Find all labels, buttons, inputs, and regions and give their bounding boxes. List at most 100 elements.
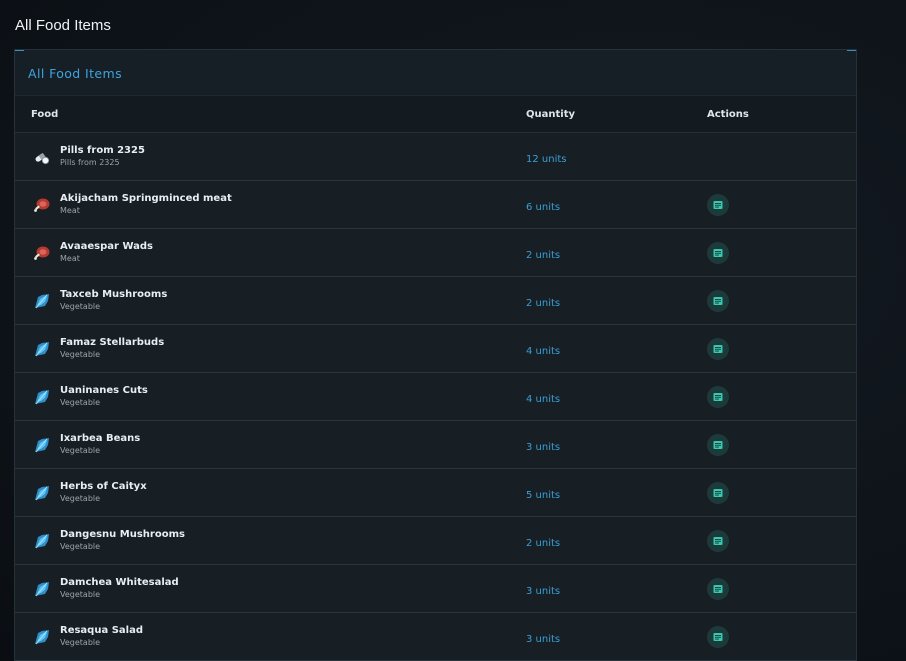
table-row: Damchea Whitesalad Vegetable 3 units: [15, 565, 856, 613]
list-icon: [713, 200, 723, 210]
pills-icon: [32, 147, 52, 167]
quantity-value: 3 units: [526, 586, 561, 597]
details-button[interactable]: [707, 481, 729, 504]
table-row: Resaqua Salad Vegetable 3 units: [15, 613, 856, 661]
table-row: Dangesnu Mushrooms Vegetable 2 units: [15, 517, 856, 565]
quantity-value: 5 units: [526, 490, 561, 501]
food-category: Meat: [60, 254, 80, 263]
food-category: Vegetable: [60, 590, 101, 599]
details-button[interactable]: [707, 433, 729, 456]
actions-cell: [707, 481, 856, 504]
list-icon: [713, 488, 723, 498]
table-row: Ixarbea Beans Vegetable 3 units: [15, 421, 856, 469]
table-row: Avaaespar Wads Meat 2 units: [15, 229, 856, 277]
food-category: Pills from 2325: [60, 158, 120, 167]
details-button[interactable]: [707, 385, 729, 408]
vegetable-icon: [32, 579, 52, 599]
actions-cell: [707, 577, 856, 600]
actions-cell: [707, 241, 856, 264]
actions-cell: [707, 625, 856, 648]
quantity-cell: 4 units: [526, 387, 707, 406]
table-row: Uaninanes Cuts Vegetable 4 units: [15, 373, 856, 421]
food-cell: Pills from 2325 Pills from 2325: [15, 144, 526, 169]
list-icon: [713, 296, 723, 306]
panel-corner-left: [15, 50, 24, 51]
food-cell: Uaninanes Cuts Vegetable: [15, 384, 526, 409]
food-category: Meat: [60, 206, 80, 215]
vegetable-icon: [32, 531, 52, 551]
quantity-value: 3 units: [526, 634, 561, 645]
list-icon: [713, 344, 723, 354]
details-button[interactable]: [707, 289, 729, 312]
list-icon: [713, 584, 723, 594]
food-cell: Dangesnu Mushrooms Vegetable: [15, 528, 526, 553]
quantity-value: 2 units: [526, 538, 561, 549]
details-button[interactable]: [707, 577, 729, 600]
details-button[interactable]: [707, 241, 729, 264]
details-button[interactable]: [707, 625, 729, 648]
page-title: All Food Items: [15, 17, 111, 34]
panel-title: All Food Items: [15, 50, 856, 96]
vegetable-icon: [32, 339, 52, 359]
quantity-value: 4 units: [526, 394, 561, 405]
list-icon: [713, 632, 723, 642]
details-button[interactable]: [707, 337, 729, 360]
vegetable-icon: [32, 483, 52, 503]
actions-cell: [707, 385, 856, 408]
food-cell: Avaaespar Wads Meat: [15, 240, 526, 265]
quantity-cell: 12 units: [526, 147, 707, 166]
food-name: Famaz Stellarbuds: [60, 337, 165, 348]
food-category: Vegetable: [60, 494, 101, 503]
vegetable-icon: [32, 291, 52, 311]
quantity-cell: 5 units: [526, 483, 707, 502]
quantity-cell: 3 units: [526, 435, 707, 454]
food-name: Ixarbea Beans: [60, 433, 141, 444]
table-row: Famaz Stellarbuds Vegetable 4 units: [15, 325, 856, 373]
table-row: Akijacham Springminced meat Meat 6 units: [15, 181, 856, 229]
food-name: Dangesnu Mushrooms: [60, 529, 185, 540]
food-name: Pills from 2325: [60, 145, 145, 156]
food-category: Vegetable: [60, 638, 101, 647]
column-header-food: Food: [31, 108, 59, 120]
vegetable-icon: [32, 387, 52, 407]
food-name: Akijacham Springminced meat: [60, 193, 232, 204]
quantity-value: 3 units: [526, 442, 561, 453]
food-name: Damchea Whitesalad: [60, 577, 179, 588]
meat-icon: [32, 195, 52, 215]
food-cell: Damchea Whitesalad Vegetable: [15, 576, 526, 601]
food-cell: Famaz Stellarbuds Vegetable: [15, 336, 526, 361]
food-cell: Herbs of Caityx Vegetable: [15, 480, 526, 505]
table-row: Pills from 2325 Pills from 2325 12 units: [15, 133, 856, 181]
list-icon: [713, 392, 723, 402]
quantity-cell: 3 units: [526, 579, 707, 598]
quantity-value: 4 units: [526, 346, 561, 357]
meat-icon: [32, 243, 52, 263]
quantity-value: 6 units: [526, 202, 561, 213]
food-cell: Akijacham Springminced meat Meat: [15, 192, 526, 217]
food-name: Herbs of Caityx: [60, 481, 147, 492]
details-button[interactable]: [707, 529, 729, 552]
actions-cell: [707, 529, 856, 552]
quantity-cell: 3 units: [526, 627, 707, 646]
food-cell: Ixarbea Beans Vegetable: [15, 432, 526, 457]
actions-cell: [707, 193, 856, 216]
vegetable-icon: [32, 435, 52, 455]
quantity-cell: 2 units: [526, 531, 707, 550]
details-button[interactable]: [707, 193, 729, 216]
vegetable-icon: [32, 627, 52, 647]
food-category: Vegetable: [60, 350, 101, 359]
food-category: Vegetable: [60, 446, 101, 455]
panel-corner-right: [847, 50, 856, 51]
list-icon: [713, 440, 723, 450]
food-name: Uaninanes Cuts: [60, 385, 148, 396]
food-category: Vegetable: [60, 542, 101, 551]
actions-cell: [707, 433, 856, 456]
actions-cell: [707, 289, 856, 312]
quantity-cell: 2 units: [526, 243, 707, 262]
table-header: Food Quantity Actions: [15, 96, 856, 133]
column-header-actions: Actions: [707, 108, 749, 120]
column-header-quantity: Quantity: [526, 108, 575, 120]
quantity-value: 12 units: [526, 154, 567, 165]
food-category: Vegetable: [60, 398, 101, 407]
food-name: Resaqua Salad: [60, 625, 143, 636]
